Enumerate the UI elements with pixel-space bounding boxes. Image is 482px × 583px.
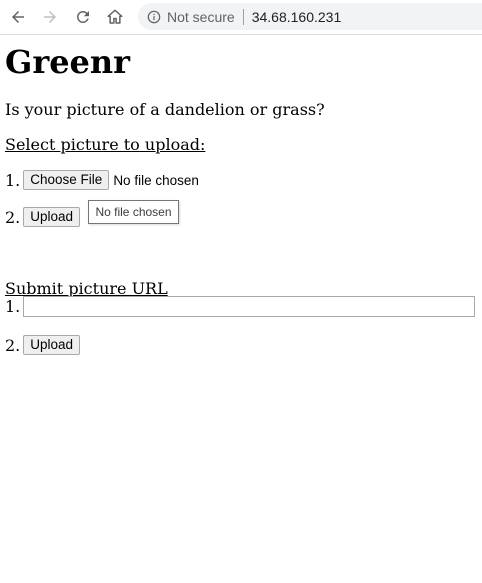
security-status[interactable]: Not secure: [167, 9, 235, 25]
upload-url-button[interactable]: Upload: [23, 335, 81, 355]
omnibox-divider: [242, 8, 244, 25]
url-step-2: 2. Upload: [5, 335, 81, 355]
reload-icon: [76, 10, 89, 23]
forward-button[interactable]: [39, 6, 61, 28]
choose-file-button[interactable]: Choose File: [23, 170, 110, 190]
reload-button[interactable]: [72, 6, 94, 28]
arrow-left-icon: [12, 11, 24, 23]
info-icon[interactable]: [147, 10, 161, 24]
file-step-2: 2. Upload: [5, 207, 81, 227]
url-step-1: 1.: [5, 296, 476, 317]
upload-file-button[interactable]: Upload: [23, 207, 81, 227]
page-title: Greenr: [5, 43, 131, 81]
home-icon: [107, 9, 123, 24]
step-number: 2.: [5, 207, 21, 227]
browser-toolbar: Not secure 34.68.160.231: [0, 0, 482, 35]
file-status-text: No file chosen: [113, 172, 199, 188]
arrow-right-icon: [44, 11, 56, 23]
home-button[interactable]: [104, 6, 126, 28]
back-button[interactable]: [7, 6, 29, 28]
file-upload-heading: Select picture to upload:: [5, 135, 206, 154]
step-number: 2.: [5, 335, 21, 355]
step-number: 1.: [5, 297, 21, 316]
url-text[interactable]: 34.68.160.231: [252, 9, 342, 25]
file-tooltip: No file chosen: [88, 200, 179, 224]
picture-url-input[interactable]: [23, 296, 476, 317]
file-step-1: 1. Choose File No file chosen: [5, 170, 199, 190]
question-text: Is your picture of a dandelion or grass?: [5, 100, 325, 119]
step-number: 1.: [5, 170, 21, 190]
address-bar[interactable]: Not secure 34.68.160.231: [138, 3, 482, 30]
page-content: Greenr Is your picture of a dandelion or…: [5, 34, 477, 355]
